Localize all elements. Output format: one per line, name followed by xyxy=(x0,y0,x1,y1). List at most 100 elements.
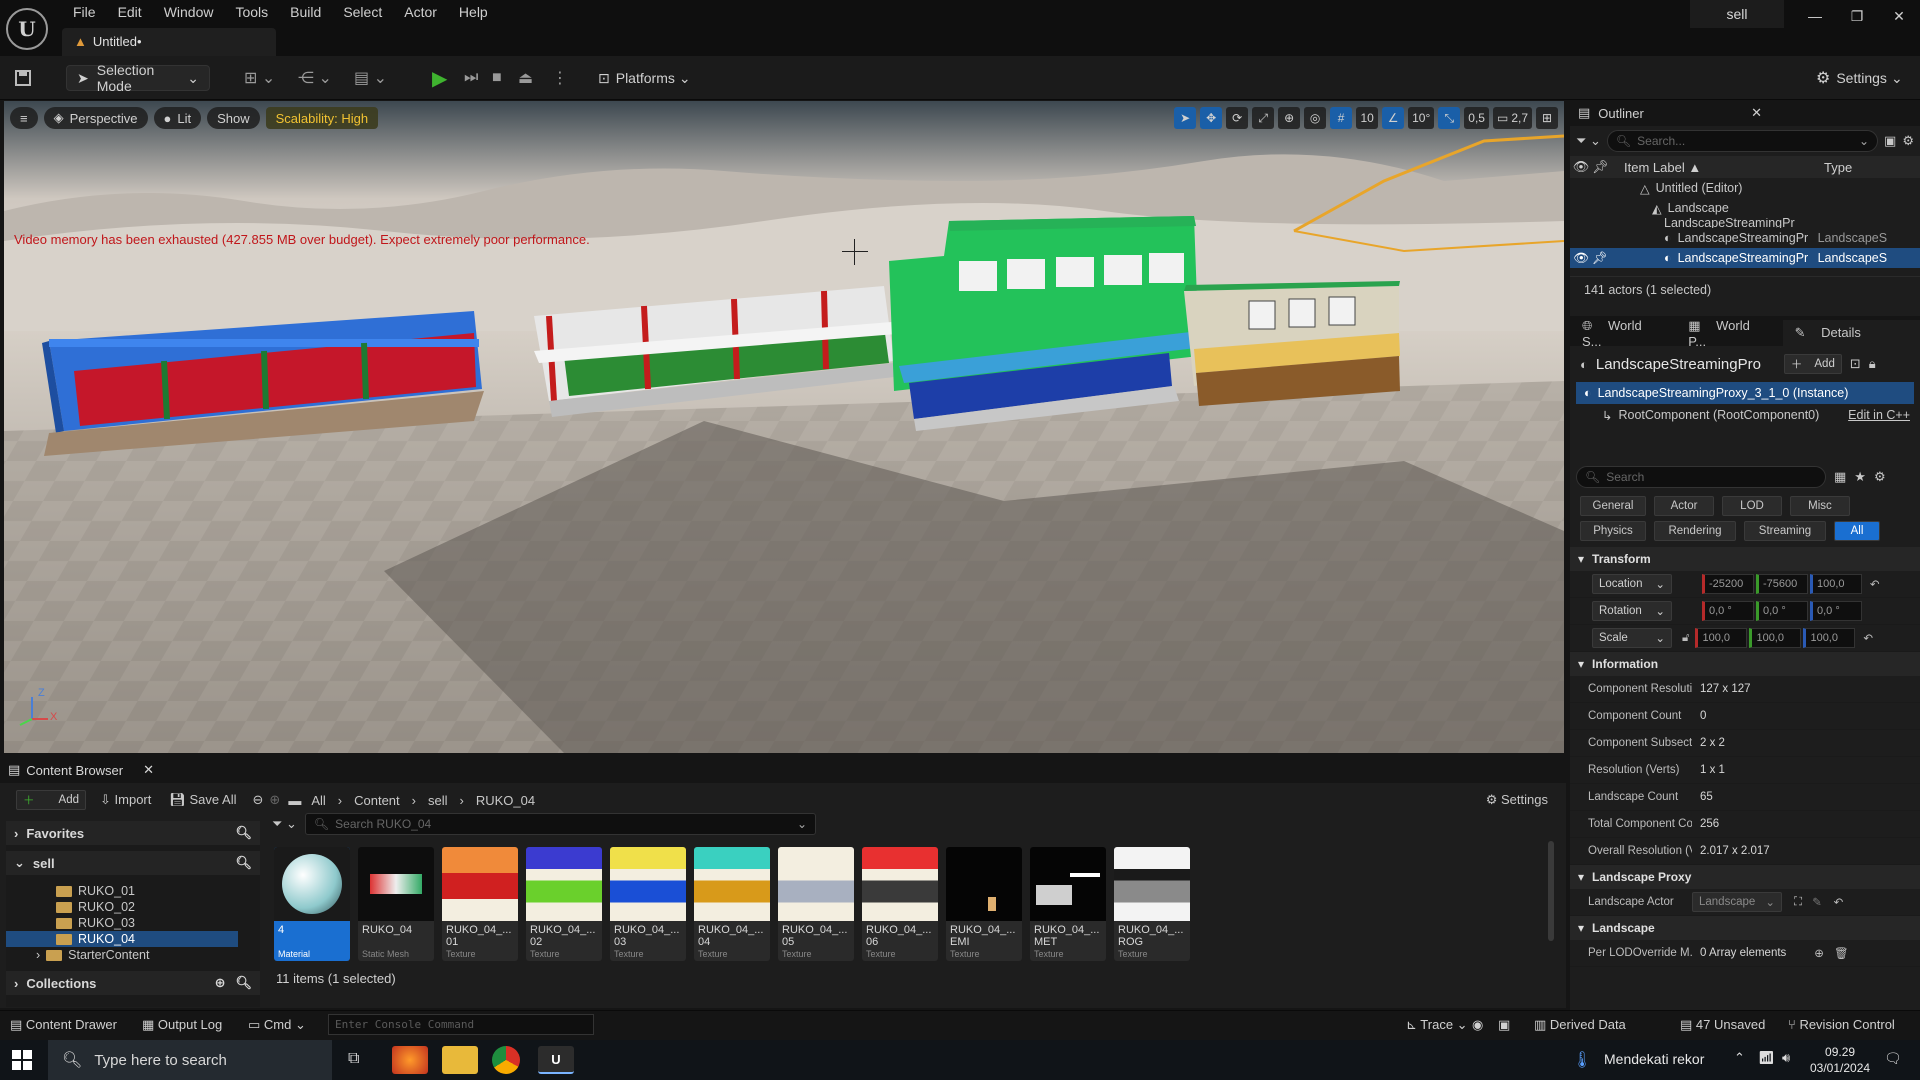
forward-icon[interactable]: ⊕ xyxy=(269,792,280,808)
blueprint-icon[interactable]: ⋲ ⌄ xyxy=(298,65,332,91)
console-command-input[interactable] xyxy=(328,1014,594,1035)
firefox-icon[interactable] xyxy=(392,1046,428,1074)
reset-icon[interactable]: ↶ xyxy=(1870,577,1880,591)
category-general[interactable]: General xyxy=(1580,496,1646,516)
select-mode-icon[interactable]: ➤ xyxy=(1174,107,1197,129)
volume-icon[interactable]: 🔊︎ xyxy=(1782,1050,1790,1066)
settings-dropdown[interactable]: ⚙ Settings ⌄ xyxy=(1816,65,1903,91)
category-streaming[interactable]: Streaming xyxy=(1744,521,1826,541)
landscape-proxy-section-header[interactable]: ▾ Landscape Proxy xyxy=(1570,865,1920,889)
breadcrumb-ruko04[interactable]: RUKO_04 xyxy=(476,793,535,808)
asset-tile[interactable]: 4 Material xyxy=(274,847,350,961)
level-document-tab[interactable]: ▲ Untitled• xyxy=(62,28,276,56)
information-section-header[interactable]: ▾ Information xyxy=(1570,652,1920,676)
filter-icon[interactable]: ⏷ ⌄ xyxy=(272,816,297,832)
folder-item[interactable]: › StarterContent xyxy=(6,947,260,963)
root-component-row[interactable]: ↳ RootComponent (RootComponent0) Edit in… xyxy=(1570,404,1920,426)
task-view-icon[interactable]: ⧉ xyxy=(348,1050,359,1068)
tab-world-settings[interactable]: 🌐︎ World S... xyxy=(1570,318,1676,349)
asset-tile[interactable]: RUKO_04_... 05 Texture xyxy=(778,847,854,961)
chrome-icon[interactable] xyxy=(492,1046,520,1074)
asset-tile[interactable]: RUKO_04_... 02 Texture xyxy=(526,847,602,961)
rotation-z-field[interactable]: 0,0 ° xyxy=(1810,601,1862,621)
sell-root-header[interactable]: ⌄ sell 🔍︎ xyxy=(6,851,260,875)
table-view-icon[interactable]: ▦ xyxy=(1834,469,1846,485)
category-rendering[interactable]: Rendering xyxy=(1654,521,1736,541)
output-log-button[interactable]: ▦ Output Log xyxy=(142,1017,222,1033)
lock-icon[interactable]: 🔒︎ xyxy=(1869,356,1876,372)
minimize-icon[interactable]: — xyxy=(1794,0,1836,32)
scale-x-field[interactable]: 100,0 xyxy=(1695,628,1748,648)
reset-icon[interactable]: ↶ xyxy=(1863,631,1873,645)
column-type[interactable]: Type xyxy=(1824,160,1852,175)
blueprint-icon[interactable]: ⊡ xyxy=(1850,356,1861,372)
category-lod[interactable]: LOD xyxy=(1722,496,1782,516)
search-icon[interactable]: 🔍︎ xyxy=(235,825,252,841)
location-y-field[interactable]: -75600 xyxy=(1756,574,1808,594)
content-drawer-button[interactable]: ▤ Content Drawer xyxy=(10,1017,117,1033)
asset-scrollbar[interactable] xyxy=(1548,841,1554,941)
collections-header[interactable]: › Collections ⊕ 🔍︎ xyxy=(6,971,260,995)
gear-icon[interactable]: ⚙ xyxy=(1902,133,1914,149)
tray-chevron-icon[interactable]: ⌃ xyxy=(1734,1050,1745,1066)
notifications-icon[interactable]: 🗨︎ xyxy=(1884,1050,1902,1067)
favorites-header[interactable]: › Favorites 🔍︎ xyxy=(6,821,260,845)
menu-file[interactable]: File xyxy=(62,2,107,22)
category-misc[interactable]: Misc xyxy=(1790,496,1850,516)
folder-item[interactable]: RUKO_02 xyxy=(6,899,260,915)
reset-icon[interactable]: ↶ xyxy=(1834,895,1844,909)
search-icon[interactable]: 🔍︎ xyxy=(235,855,252,871)
scale-dropdown[interactable]: Scale ⌄ xyxy=(1592,628,1672,648)
breadcrumb-content[interactable]: Content xyxy=(354,793,400,808)
cb-settings-button[interactable]: ⚙ Settings xyxy=(1486,792,1548,808)
asset-tile[interactable]: RUKO_04 Static Mesh xyxy=(358,847,434,961)
record-icon[interactable]: ◉ xyxy=(1472,1017,1483,1033)
viewport-options-button[interactable]: ≡ xyxy=(10,107,38,129)
advance-frame-icon[interactable]: ⏭ xyxy=(464,65,478,91)
show-button[interactable]: Show xyxy=(207,107,260,129)
close-icon[interactable]: ✕ xyxy=(1878,0,1920,32)
column-item-label[interactable]: Item Label ▲ xyxy=(1624,160,1824,175)
outliner-row[interactable]: LandscapeStreamingPr xyxy=(1570,218,1920,228)
breadcrumb-sell[interactable]: sell xyxy=(428,793,448,808)
add-collection-icon[interactable]: ⊕ xyxy=(215,975,226,991)
landscape-actor-dropdown[interactable]: Landscape ⌄ xyxy=(1692,892,1782,912)
star-icon[interactable]: ★ xyxy=(1854,469,1866,485)
edit-cpp-link[interactable]: Edit in C++ xyxy=(1848,408,1910,422)
breadcrumb-all[interactable]: All xyxy=(311,793,325,808)
play-button[interactable]: ▶ xyxy=(432,65,447,91)
menu-select[interactable]: Select xyxy=(332,2,393,22)
rotation-snap-toggle[interactable]: ∠ xyxy=(1382,107,1405,129)
asset-search[interactable]: 🔍︎ Search RUKO_04 ⌄ xyxy=(304,813,816,835)
outliner-row[interactable]: ◭ Landscape xyxy=(1570,198,1920,218)
outliner-row[interactable]: △ Untitled (Editor) xyxy=(1570,178,1920,198)
trash-icon[interactable]: 🗑︎ xyxy=(1834,946,1849,960)
add-component-button[interactable]: ＋ Add xyxy=(1783,354,1842,374)
folder-item-selected[interactable]: RUKO_04 xyxy=(6,931,238,947)
camera-speed-button[interactable]: ▭ 2,7 xyxy=(1492,107,1532,129)
tab-details[interactable]: ✎ Details ✕ xyxy=(1782,320,1920,366)
layout-icon[interactable]: ⊞ xyxy=(1536,107,1558,129)
outliner-row[interactable]: ◐ LandscapeStreamingPr LandscapeS xyxy=(1570,228,1920,248)
scalability-warning[interactable]: Scalability: High xyxy=(265,107,379,129)
surface-snap-icon[interactable]: ◎ xyxy=(1304,107,1327,129)
rotation-y-field[interactable]: 0,0 ° xyxy=(1756,601,1808,621)
location-x-field[interactable]: -25200 xyxy=(1702,574,1754,594)
eject-icon[interactable]: ⏏ xyxy=(518,65,533,91)
content-browser-tab[interactable]: ▤ Content Browser ✕ xyxy=(0,757,1566,783)
add-element-icon[interactable]: ⊕ xyxy=(1814,946,1824,960)
cmd-dropdown[interactable]: ▭ Cmd ⌄ xyxy=(248,1017,306,1033)
filter-icon[interactable]: ⏷ ⌄ xyxy=(1576,133,1601,149)
asset-tile[interactable]: RUKO_04_... 04 Texture xyxy=(694,847,770,961)
pin-icon[interactable]: 📌︎ xyxy=(1592,159,1610,175)
unsaved-button[interactable]: ▤ 47 Unsaved xyxy=(1680,1017,1765,1033)
save-icon[interactable] xyxy=(14,65,32,91)
folder-item[interactable]: RUKO_01 xyxy=(6,883,260,899)
outliner-tab[interactable]: ▤ Outliner ✕ xyxy=(1570,100,1920,126)
grid-snap-value[interactable]: 10 xyxy=(1356,107,1379,129)
location-dropdown[interactable]: Location ⌄ xyxy=(1592,574,1672,594)
translate-icon[interactable]: ✥ xyxy=(1200,107,1223,129)
restore-icon[interactable]: ❐ xyxy=(1836,0,1878,32)
location-z-field[interactable]: 100,0 xyxy=(1810,574,1862,594)
scale-snap-toggle[interactable]: ⤡ xyxy=(1438,107,1461,129)
